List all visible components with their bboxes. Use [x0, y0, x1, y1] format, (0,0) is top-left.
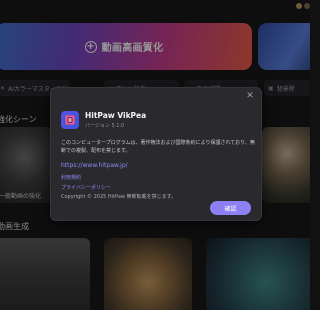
about-dialog: ✕ HitPaw VikPea バージョン 5.1.0 このコンピュータープログ…: [50, 87, 262, 221]
app-logo-icon: [61, 111, 79, 129]
app-window: + 動画高画質化 ✶ AIカラーマスター画化 ◇ 透かし除去 ▭ 動画補間 ▣ …: [0, 0, 310, 310]
copyright-text: Copyright © 2025 HitPaw 無断転載を禁じます。: [61, 194, 177, 200]
app-name: HitPaw VikPea: [85, 111, 147, 120]
ok-button[interactable]: 確認: [210, 201, 251, 215]
close-icon[interactable]: ✕: [245, 91, 255, 101]
app-logo-glyph: [65, 115, 75, 125]
app-version: バージョン 5.1.0: [85, 123, 125, 129]
copyright-notice: このコンピュータープログラムは、著作権法および国際条約により保護されており、無断…: [61, 140, 255, 154]
privacy-link[interactable]: プライバシーポリシー: [61, 184, 111, 191]
website-link[interactable]: https://www.hitpaw.jp/: [61, 162, 128, 169]
terms-link[interactable]: 利用規約: [61, 174, 81, 181]
